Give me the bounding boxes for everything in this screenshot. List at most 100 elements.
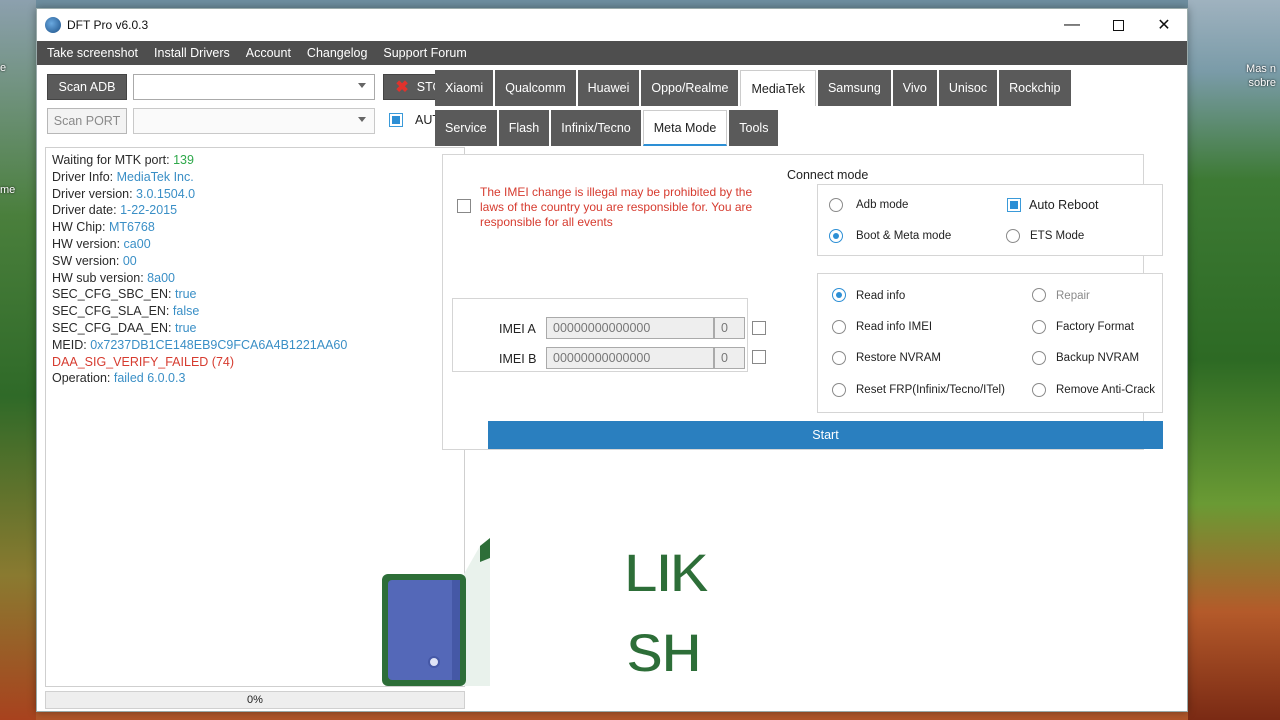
menu-account[interactable]: Account [240, 46, 297, 60]
remove-anticrack-label: Remove Anti-Crack [1056, 384, 1156, 396]
desktop-text-top-left: e [0, 62, 7, 74]
imei-a-count[interactable]: 0 [714, 317, 745, 339]
like-overlay-text: LIK [623, 540, 711, 605]
ets-mode-radio[interactable] [1006, 229, 1020, 243]
log-key: SEC_CFG_SBC_EN: [52, 287, 175, 302]
desktop-text-right: Mas n sobre [1246, 63, 1276, 89]
menu-support-forum[interactable]: Support Forum [377, 46, 472, 60]
restore-nvram-radio[interactable] [832, 351, 846, 365]
adb-device-select[interactable] [133, 74, 375, 100]
log-value: DAA_SIG_VERIFY_FAILED (74) [52, 354, 235, 369]
reset-frp-radio[interactable] [832, 383, 846, 397]
scan-port-button[interactable]: Scan PORT [47, 108, 127, 134]
start-button[interactable]: Start [488, 421, 1163, 449]
log-line: MEID: 0x7237DB1CE148EB9C9FCA6A4B1221AA60 [52, 337, 458, 354]
auto-reboot-label: Auto Reboot [1029, 198, 1099, 212]
log-line: SEC_CFG_SBC_EN: true [52, 286, 458, 303]
log-line: Driver Info: MediaTek Inc. [52, 169, 458, 186]
thumbs-up-icon [382, 538, 490, 686]
log-line: SW version: 00 [52, 253, 458, 270]
tab-vivo[interactable]: Vivo [892, 70, 937, 106]
subtab-meta-mode[interactable]: Meta Mode [642, 110, 728, 146]
close-icon: ✕ [1157, 17, 1171, 34]
tab-mediatek[interactable]: MediaTek [740, 70, 816, 106]
close-button[interactable]: ✕ [1141, 9, 1187, 41]
log-value: false [172, 304, 200, 319]
subtab-flash[interactable]: Flash [498, 110, 550, 146]
log-key: Operation: [52, 371, 114, 386]
imei-b-count[interactable]: 0 [714, 347, 745, 369]
imei-warning-checkbox[interactable] [457, 199, 471, 213]
imei-a-label: IMEI A [499, 322, 536, 336]
log-line: HW sub version: 8a00 [52, 270, 458, 287]
read-info-imei-radio[interactable] [832, 320, 846, 334]
desktop-wallpaper-right [1188, 0, 1280, 720]
imei-a-input[interactable]: 00000000000000 [546, 317, 714, 339]
tab-samsung[interactable]: Samsung [817, 70, 891, 106]
tab-unisoc[interactable]: Unisoc [938, 70, 998, 106]
menu-take-screenshot[interactable]: Take screenshot [41, 46, 144, 60]
log-line: Driver date: 1-22-2015 [52, 202, 458, 219]
auto-checkbox[interactable] [389, 113, 403, 127]
log-key: SEC_CFG_DAA_EN: [52, 320, 175, 335]
subtab-infinix-tecno[interactable]: Infinix/Tecno [551, 110, 641, 146]
progress-text: 0% [247, 694, 263, 706]
like-thumb-overlay [380, 538, 490, 688]
log-line: SEC_CFG_SLA_EN: false [52, 303, 458, 320]
desktop-wallpaper-left [0, 0, 36, 720]
imei-b-input[interactable]: 00000000000000 [546, 347, 714, 369]
tab-qualcomm[interactable]: Qualcomm [495, 70, 576, 106]
desktop-text-left: me [0, 184, 16, 196]
imei-b-label: IMEI B [499, 352, 537, 366]
log-line: Waiting for MTK port: 139 [52, 152, 458, 169]
boot-meta-mode-radio[interactable] [829, 229, 843, 243]
window-controls: — ✕ [1049, 9, 1187, 41]
tab-xiaomi[interactable]: Xiaomi [435, 70, 494, 106]
log-key: HW sub version: [52, 270, 148, 285]
port-select[interactable] [133, 108, 375, 134]
subtab-service[interactable]: Service [435, 110, 497, 146]
progress-bar: 0% [45, 691, 465, 709]
boot-meta-mode-label: Boot & Meta mode [856, 230, 952, 242]
reset-frp-label: Reset FRP(Infinix/Tecno/ITel) [856, 384, 1005, 396]
adb-mode-label: Adb mode [856, 199, 909, 211]
chevron-down-icon [358, 117, 366, 122]
factory-format-radio[interactable] [1032, 320, 1046, 334]
minimize-icon: — [1064, 16, 1080, 33]
repair-radio[interactable] [1032, 288, 1046, 302]
log-value: ca00 [123, 236, 151, 251]
read-info-imei-label: Read info IMEI [856, 321, 933, 333]
menu-changelog[interactable]: Changelog [301, 46, 373, 60]
auto-reboot-checkbox[interactable] [1007, 198, 1021, 212]
menu-install-drivers[interactable]: Install Drivers [148, 46, 236, 60]
log-value: true [174, 287, 197, 302]
adb-mode-radio[interactable] [829, 198, 843, 212]
tab-huawei[interactable]: Huawei [577, 70, 640, 106]
tab-rockchip[interactable]: Rockchip [999, 70, 1071, 106]
remove-anticrack-radio[interactable] [1032, 383, 1046, 397]
restore-nvram-label: Restore NVRAM [856, 352, 941, 364]
log-key: Driver Info: [52, 169, 117, 184]
log-key: HW Chip: [52, 220, 109, 235]
log-value: 8a00 [147, 270, 175, 285]
log-key: Driver version: [52, 186, 137, 201]
log-key: Waiting for MTK port: [52, 153, 174, 167]
log-value: 139 [173, 153, 194, 167]
log-line: Operation: failed 6.0.0.3 [52, 370, 458, 387]
read-info-radio[interactable] [832, 288, 846, 302]
imei-b-checkbox[interactable] [752, 350, 766, 364]
maximize-button[interactable] [1095, 9, 1141, 41]
mediatek-subtabs: Service Flash Infinix/Tecno Meta Mode Tools [435, 110, 780, 146]
backup-nvram-radio[interactable] [1032, 351, 1046, 365]
tab-oppo-realme[interactable]: Oppo/Realme [641, 70, 739, 106]
log-line: Driver version: 3.0.1504.0 [52, 186, 458, 203]
log-value: failed 6.0.0.3 [113, 371, 186, 386]
minimize-button[interactable]: — [1049, 9, 1095, 41]
backup-nvram-label: Backup NVRAM [1056, 352, 1140, 364]
scan-adb-button[interactable]: Scan ADB [47, 74, 127, 100]
subtab-tools[interactable]: Tools [729, 110, 779, 146]
log-line: DAA_SIG_VERIFY_FAILED (74) [52, 354, 458, 371]
log-value: 0x7237DB1CE148EB9C9FCA6A4B1221AA60 [90, 337, 348, 352]
imei-a-checkbox[interactable] [752, 321, 766, 335]
log-value: MT6768 [108, 220, 155, 235]
